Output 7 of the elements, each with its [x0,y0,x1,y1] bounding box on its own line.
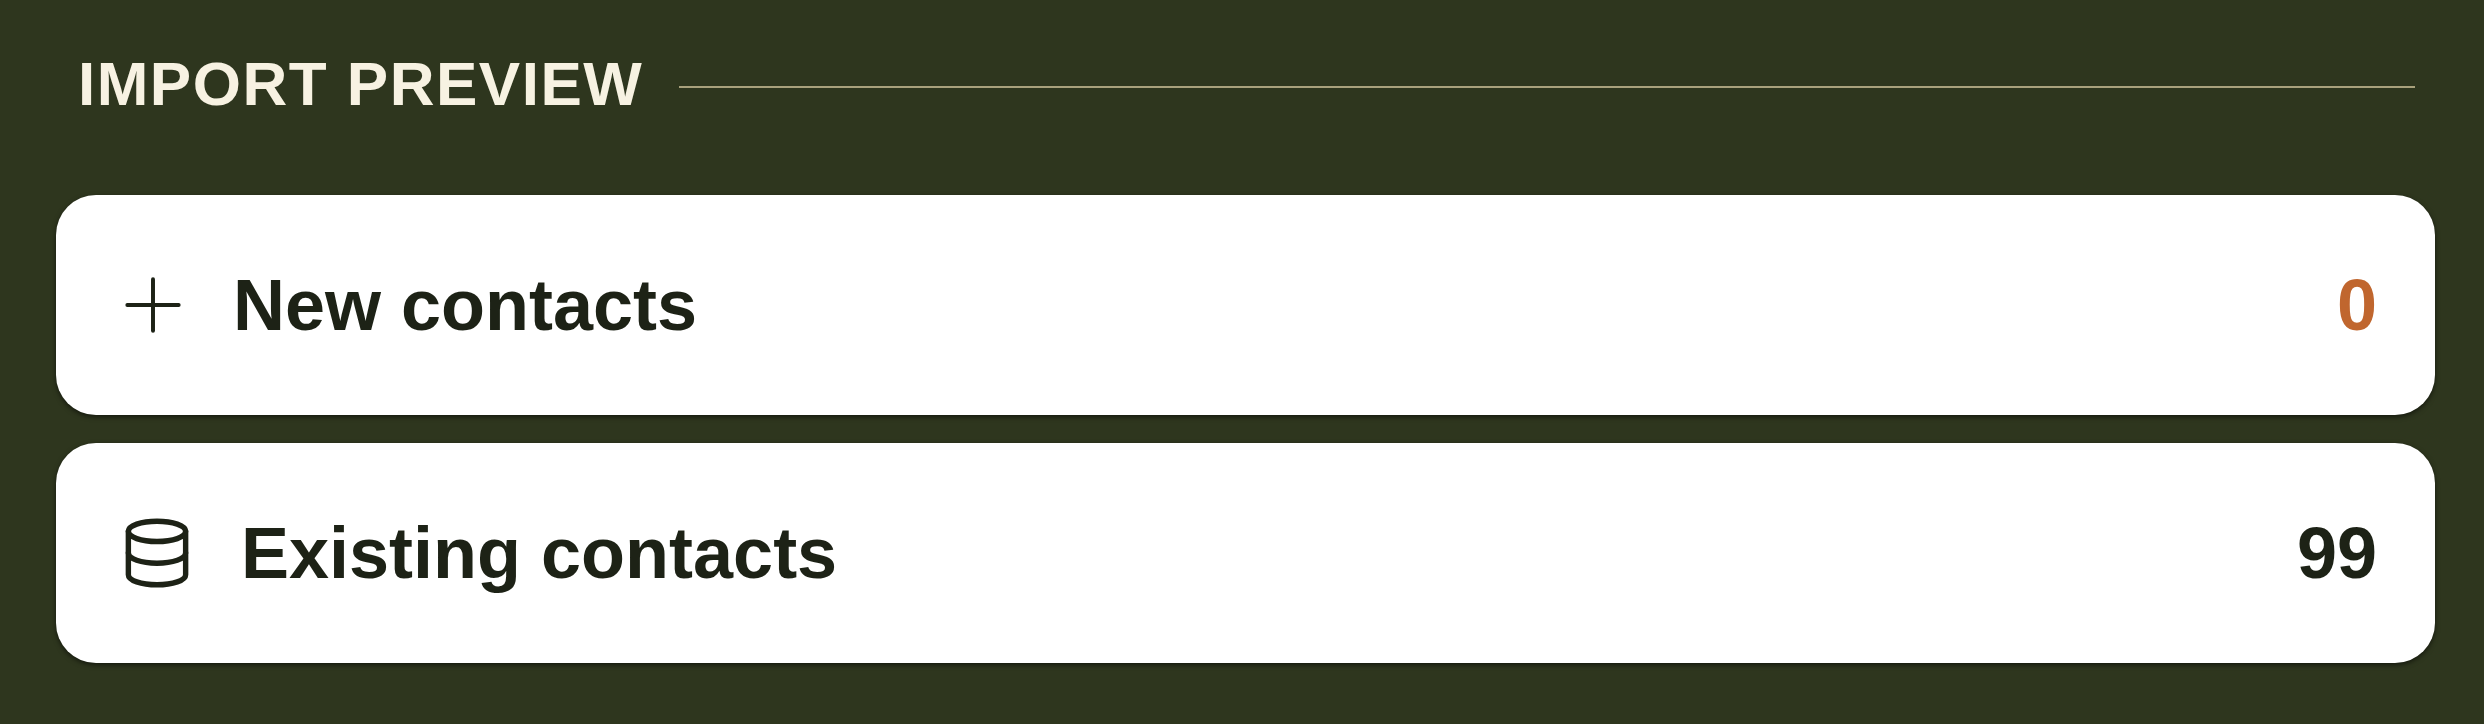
stat-count: 99 [2296,511,2377,595]
stat-label: Existing contacts [241,511,839,595]
stat-label: New contacts [233,263,699,347]
plus-icon [125,277,181,333]
section-title: IMPORT PREVIEW [78,52,644,115]
database-icon [125,518,189,588]
stat-count: 0 [2336,263,2377,347]
